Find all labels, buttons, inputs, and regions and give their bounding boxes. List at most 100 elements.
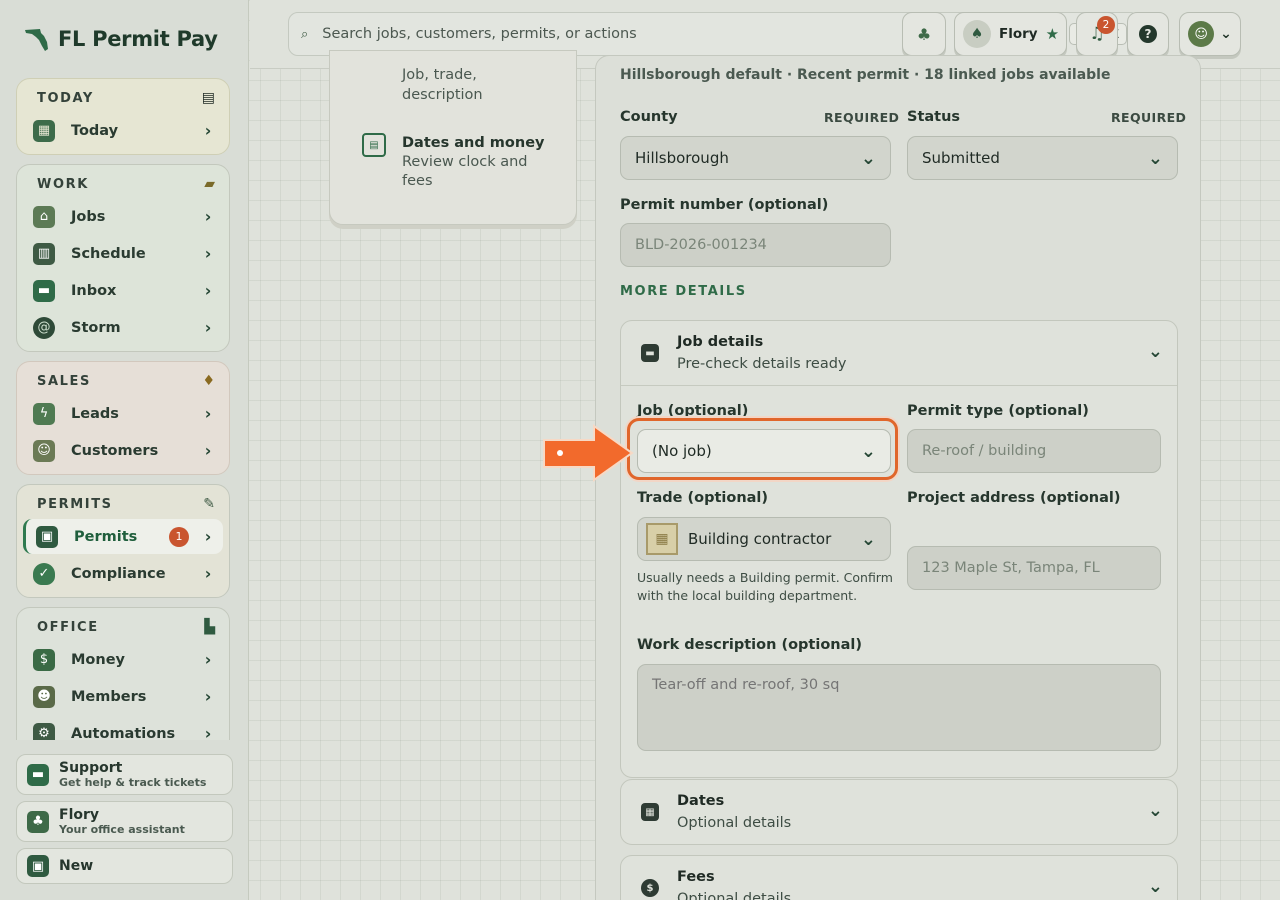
support-chat-icon: ▬ [27, 763, 49, 786]
status-select[interactable]: Submitted ⌄ [907, 136, 1178, 180]
trade-label: Trade (optional) [637, 490, 769, 506]
description-textarea[interactable] [637, 664, 1161, 751]
permit-type-input[interactable]: Re-roof / building [907, 429, 1161, 473]
support-title: Support [59, 759, 123, 776]
permit-type-label: Permit type (optional) [907, 403, 1089, 419]
county-value: Hillsborough [635, 149, 729, 167]
sidebar-item-jobs[interactable]: ⌂ Jobs › [23, 199, 223, 234]
flory-subtitle: Your office assistant [59, 822, 185, 836]
sidebar-item-members[interactable]: ☻ Members › [23, 679, 223, 714]
permit-number-input[interactable]: BLD-2026-001234 [620, 223, 891, 267]
avatar: ☺ [1188, 21, 1215, 47]
sidebar-item-customers[interactable]: ☺ Customers › [23, 433, 223, 468]
chevron-right-icon: › [204, 244, 212, 263]
house-icon: ⌂ [33, 205, 55, 228]
job-details-header[interactable]: ▬ Job details Pre-check details ready ⌄ [621, 321, 1177, 385]
status-required: REQUIRED [1111, 110, 1187, 125]
money-bag-icon: ♦ [202, 373, 215, 389]
search-icon: ⌕ [301, 26, 309, 42]
help-button[interactable]: ? [1127, 12, 1169, 56]
description-label: Work description (optional) [637, 637, 862, 653]
help-icon: ? [1139, 25, 1157, 43]
sidebar-item-label: Schedule [71, 245, 146, 262]
calendar-icon: ▥ [33, 242, 55, 265]
sidebar-nav[interactable]: TODAY ▤ ▦ Today › WORK ▰ ⌂ Jobs › ▥ Sche [16, 78, 230, 740]
flory-assistant-button[interactable]: ♣ Flory Your office assistant [16, 801, 233, 842]
step-title: Dates and money [402, 135, 545, 151]
notification-badge: 1 [169, 526, 189, 547]
clipboard-icon: ▤ [201, 90, 215, 106]
step-subtitle-2: fees [402, 173, 433, 189]
sidebar-item-inbox[interactable]: ▬ Inbox › [23, 273, 223, 308]
hurricane-icon: @ [33, 316, 55, 339]
nav-section-today: TODAY ▤ ▦ Today › [16, 78, 230, 155]
chevron-down-icon: ⌄ [1147, 341, 1163, 362]
dates-header[interactable]: ▦ Dates Optional details ⌄ [621, 780, 1177, 844]
accordion-title: Fees [677, 869, 715, 885]
sidebar-item-automations[interactable]: ⚙ Automations › [23, 716, 223, 740]
address-placeholder: 123 Maple St, Tampa, FL [922, 560, 1100, 576]
flory-assistant-toggle[interactable]: ♠ Flory ★ [954, 12, 1067, 56]
support-button[interactable]: ▬ Support Get help & track tickets [16, 754, 233, 795]
new-document-icon: ▣ [27, 855, 49, 877]
sidebar-item-today[interactable]: ▦ Today › [23, 113, 223, 148]
sidebar-item-leads[interactable]: ϟ Leads › [23, 396, 223, 431]
nav-section-permits: PERMITS ✎ ▣ Permits 1 › ✓ Compliance › [16, 484, 230, 598]
florida-logo-icon [25, 29, 48, 51]
app-title: FL Permit Pay [58, 27, 218, 51]
sidebar-item-label: Permits [74, 528, 138, 545]
flory-avatar-icon: ♠ [963, 20, 991, 48]
sidebar-item-storm[interactable]: @ Storm › [23, 310, 223, 345]
new-button[interactable]: ▣ New [16, 848, 233, 884]
gears-icon: ⚙ [33, 722, 55, 740]
accordion-subtitle: Optional details [677, 891, 792, 900]
chevron-down-icon: ⌄ [1220, 26, 1232, 42]
sidebar-footer: ▬ Support Get help & track tickets ♣ Flo… [16, 754, 233, 890]
building-frame-icon: ▦ [646, 523, 678, 555]
trade-select[interactable]: ▦ Building contractor ⌄ [637, 517, 891, 561]
step-dates-and-money[interactable]: ▤ Dates and money Review clock and fees [362, 133, 544, 191]
fees-header[interactable]: $ Fees Optional details ⌄ [621, 856, 1177, 900]
trade-hint: Usually needs a Building permit. Confirm… [637, 569, 893, 605]
step-text: description [402, 87, 483, 103]
sidebar-item-label: Storm [71, 319, 121, 336]
notifications-button[interactable]: ♫ 2 [1076, 12, 1118, 56]
wizard-steps: Job, trade, description ▤ Dates and mone… [329, 50, 577, 225]
chevron-right-icon: › [204, 121, 212, 140]
user-menu-button[interactable]: ☺ ⌄ [1179, 12, 1241, 56]
sidebar-item-compliance[interactable]: ✓ Compliance › [23, 556, 223, 591]
accordion-subtitle: Pre-check details ready [677, 356, 847, 372]
chevron-down-icon: ⌄ [1147, 147, 1163, 169]
sidebar-item-permits[interactable]: ▣ Permits 1 › [23, 519, 223, 554]
county-label: County [620, 109, 678, 125]
chevron-right-icon: › [204, 724, 212, 740]
pointer-arrow-icon [543, 424, 634, 482]
sidebar-item-money[interactable]: $ Money › [23, 642, 223, 677]
dates-accordion: ▦ Dates Optional details ⌄ [620, 779, 1178, 845]
people-icon: ☻ [33, 685, 55, 708]
chevron-down-icon: ⌄ [1147, 800, 1163, 821]
permit-number-placeholder: BLD-2026-001234 [635, 237, 767, 253]
county-select[interactable]: Hillsborough ⌄ [620, 136, 891, 180]
status-value: Submitted [922, 149, 1000, 167]
sidebar-item-schedule[interactable]: ▥ Schedule › [23, 236, 223, 271]
chevron-down-icon: ⌄ [860, 147, 876, 169]
address-input[interactable]: 123 Maple St, Tampa, FL [907, 546, 1161, 590]
job-select-highlight [627, 418, 898, 480]
section-title: WORK [37, 176, 89, 192]
nav-section-sales: SALES ♦ ϟ Leads › ☺ Customers › [16, 361, 230, 475]
calendar-icon: ▤ [362, 133, 386, 157]
permit-type-placeholder: Re-roof / building [922, 443, 1047, 459]
sidebar-item-label: Money [71, 651, 125, 668]
new-label: New [59, 857, 94, 874]
sidebar-item-label: Automations [71, 725, 176, 741]
form-subtitle: Hillsborough default · Recent permit · 1… [620, 67, 1111, 83]
status-label: Status [907, 109, 961, 125]
sidebar-item-label: Customers [71, 442, 159, 459]
brand[interactable]: FL Permit Pay [22, 22, 218, 56]
step-job-description: Job, trade, description [402, 65, 483, 105]
team-button[interactable]: ♣ [902, 12, 946, 56]
accordion-title: Job details [677, 334, 764, 350]
lightning-icon: ϟ [33, 402, 55, 425]
step-subtitle-1: Review clock and [402, 154, 528, 170]
